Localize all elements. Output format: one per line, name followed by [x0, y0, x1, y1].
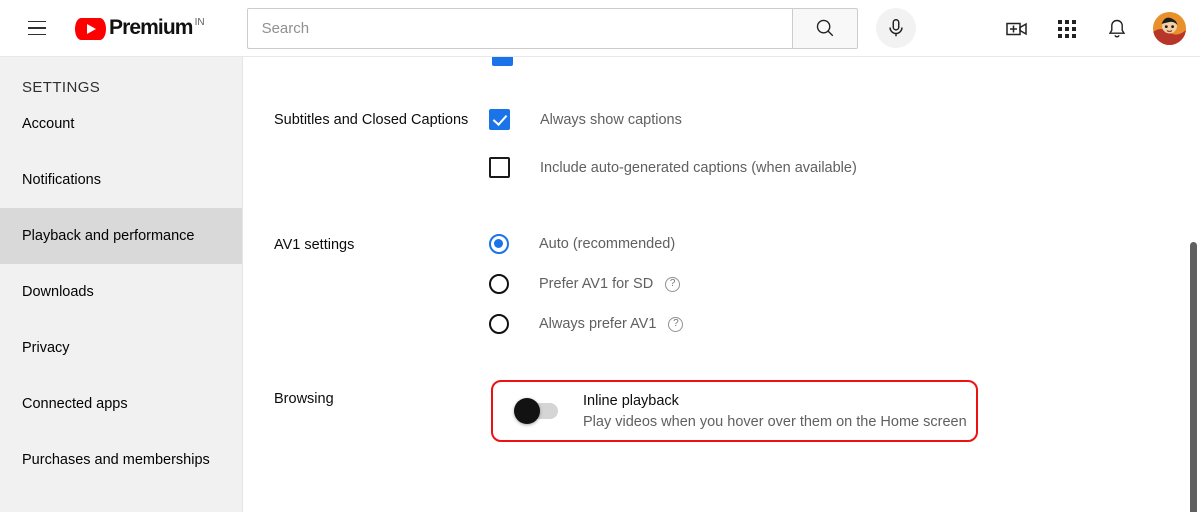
radio-always-prefer-av1[interactable]: [489, 314, 509, 334]
apps-grid-button[interactable]: [1047, 9, 1087, 49]
sidebar-title: SETTINGS: [0, 57, 242, 96]
help-icon[interactable]: ?: [668, 317, 683, 332]
toggle-title: Inline playback: [583, 393, 967, 409]
radio-row-auto-recommended[interactable]: Auto (recommended): [489, 234, 1154, 254]
notifications-button[interactable]: [1097, 9, 1137, 49]
checkbox-always-show-captions[interactable]: [489, 109, 510, 130]
settings-content: Subtitles and Closed Captions Always sho…: [244, 57, 1200, 512]
logo-country-code: IN: [195, 17, 205, 28]
search-box[interactable]: [247, 8, 792, 49]
toggle-inline-playback[interactable]: [516, 403, 558, 419]
sidebar-item-label: Connected apps: [22, 396, 128, 412]
create-video-icon: [1004, 16, 1030, 42]
hamburger-menu-icon[interactable]: [17, 8, 57, 48]
sidebar-item-account[interactable]: Account: [0, 96, 242, 152]
sidebar-item-label: Playback and performance: [22, 228, 195, 244]
toggle-texts: Inline playback Play videos when you hov…: [583, 393, 967, 430]
radio-row-always-prefer-av1[interactable]: Always prefer AV1 ?: [489, 314, 1154, 334]
section-label: AV1 settings: [274, 234, 489, 334]
help-icon[interactable]: ?: [665, 277, 680, 292]
sidebar-item-label: Notifications: [22, 172, 101, 188]
top-header-bar: Premium IN: [0, 0, 1200, 57]
checkbox-label: Include auto-generated captions (when av…: [540, 160, 857, 176]
radio-auto-recommended[interactable]: [489, 234, 509, 254]
sidebar-item-label: Privacy: [22, 340, 70, 356]
toggle-description: Play videos when you hover over them on …: [583, 414, 967, 430]
notification-bell-icon: [1105, 17, 1129, 41]
youtube-premium-logo[interactable]: Premium IN: [75, 8, 205, 48]
section-label: Subtitles and Closed Captions: [274, 109, 489, 178]
section-label: Browsing: [274, 388, 489, 409]
avatar-image: [1153, 12, 1186, 45]
youtube-settings-page: Premium IN: [0, 0, 1200, 512]
checkbox-row-include-auto-generated-captions[interactable]: Include auto-generated captions (when av…: [489, 157, 1154, 178]
search-icon: [814, 17, 836, 39]
sidebar-item-notifications[interactable]: Notifications: [0, 152, 242, 208]
radio-label: Prefer AV1 for SD: [539, 276, 653, 292]
hamburger-bar: [28, 34, 46, 36]
sidebar-item-playback-and-performance[interactable]: Playback and performance: [0, 208, 242, 264]
search-input[interactable]: [262, 20, 778, 37]
checkbox-include-auto-generated-captions[interactable]: [489, 157, 510, 178]
radio-row-prefer-av1-for-sd[interactable]: Prefer AV1 for SD ?: [489, 274, 1154, 294]
toggle-knob: [514, 398, 540, 424]
hamburger-bar: [28, 21, 46, 23]
section-options: Auto (recommended) Prefer AV1 for SD ? A…: [489, 234, 1154, 334]
radio-prefer-av1-for-sd[interactable]: [489, 274, 509, 294]
youtube-play-icon: [75, 18, 106, 40]
settings-sidebar: SETTINGS Account Notifications Playback …: [0, 57, 243, 512]
section-browsing: Browsing Inline playback Play videos whe…: [274, 388, 1184, 409]
sidebar-item-privacy[interactable]: Privacy: [0, 320, 242, 376]
voice-search-button[interactable]: [876, 8, 916, 48]
sidebar-item-connected-apps[interactable]: Connected apps: [0, 376, 242, 432]
section-subtitles-and-closed-captions: Subtitles and Closed Captions Always sho…: [274, 109, 1154, 178]
avatar[interactable]: [1153, 12, 1186, 45]
sidebar-item-label: Purchases and memberships: [22, 452, 210, 468]
radio-label: Auto (recommended): [539, 236, 675, 252]
sidebar-item-label: Account: [22, 116, 74, 132]
search-area: [247, 8, 916, 49]
section-options: Always show captions Include auto-genera…: [489, 109, 1154, 178]
section-av1-settings: AV1 settings Auto (recommended) Prefer A…: [274, 234, 1154, 334]
sidebar-item-label: Downloads: [22, 284, 94, 300]
logo-text: Premium: [109, 17, 193, 39]
hamburger-bar: [28, 27, 46, 29]
inline-playback-highlight-annotation: Inline playback Play videos when you hov…: [491, 380, 978, 442]
scrolled-off-checkbox[interactable]: [492, 57, 513, 66]
checkbox-label: Always show captions: [540, 112, 682, 128]
create-video-button[interactable]: [997, 9, 1037, 49]
microphone-icon: [885, 17, 907, 39]
header-actions: [997, 0, 1186, 57]
radio-label: Always prefer AV1: [539, 316, 656, 332]
content-scrollbar[interactable]: [1190, 242, 1197, 512]
apps-grid-icon: [1056, 18, 1078, 40]
sidebar-item-purchases-and-memberships[interactable]: Purchases and memberships: [0, 432, 242, 488]
checkbox-row-always-show-captions[interactable]: Always show captions: [489, 109, 1154, 130]
sidebar-item-downloads[interactable]: Downloads: [0, 264, 242, 320]
search-button[interactable]: [792, 8, 858, 49]
